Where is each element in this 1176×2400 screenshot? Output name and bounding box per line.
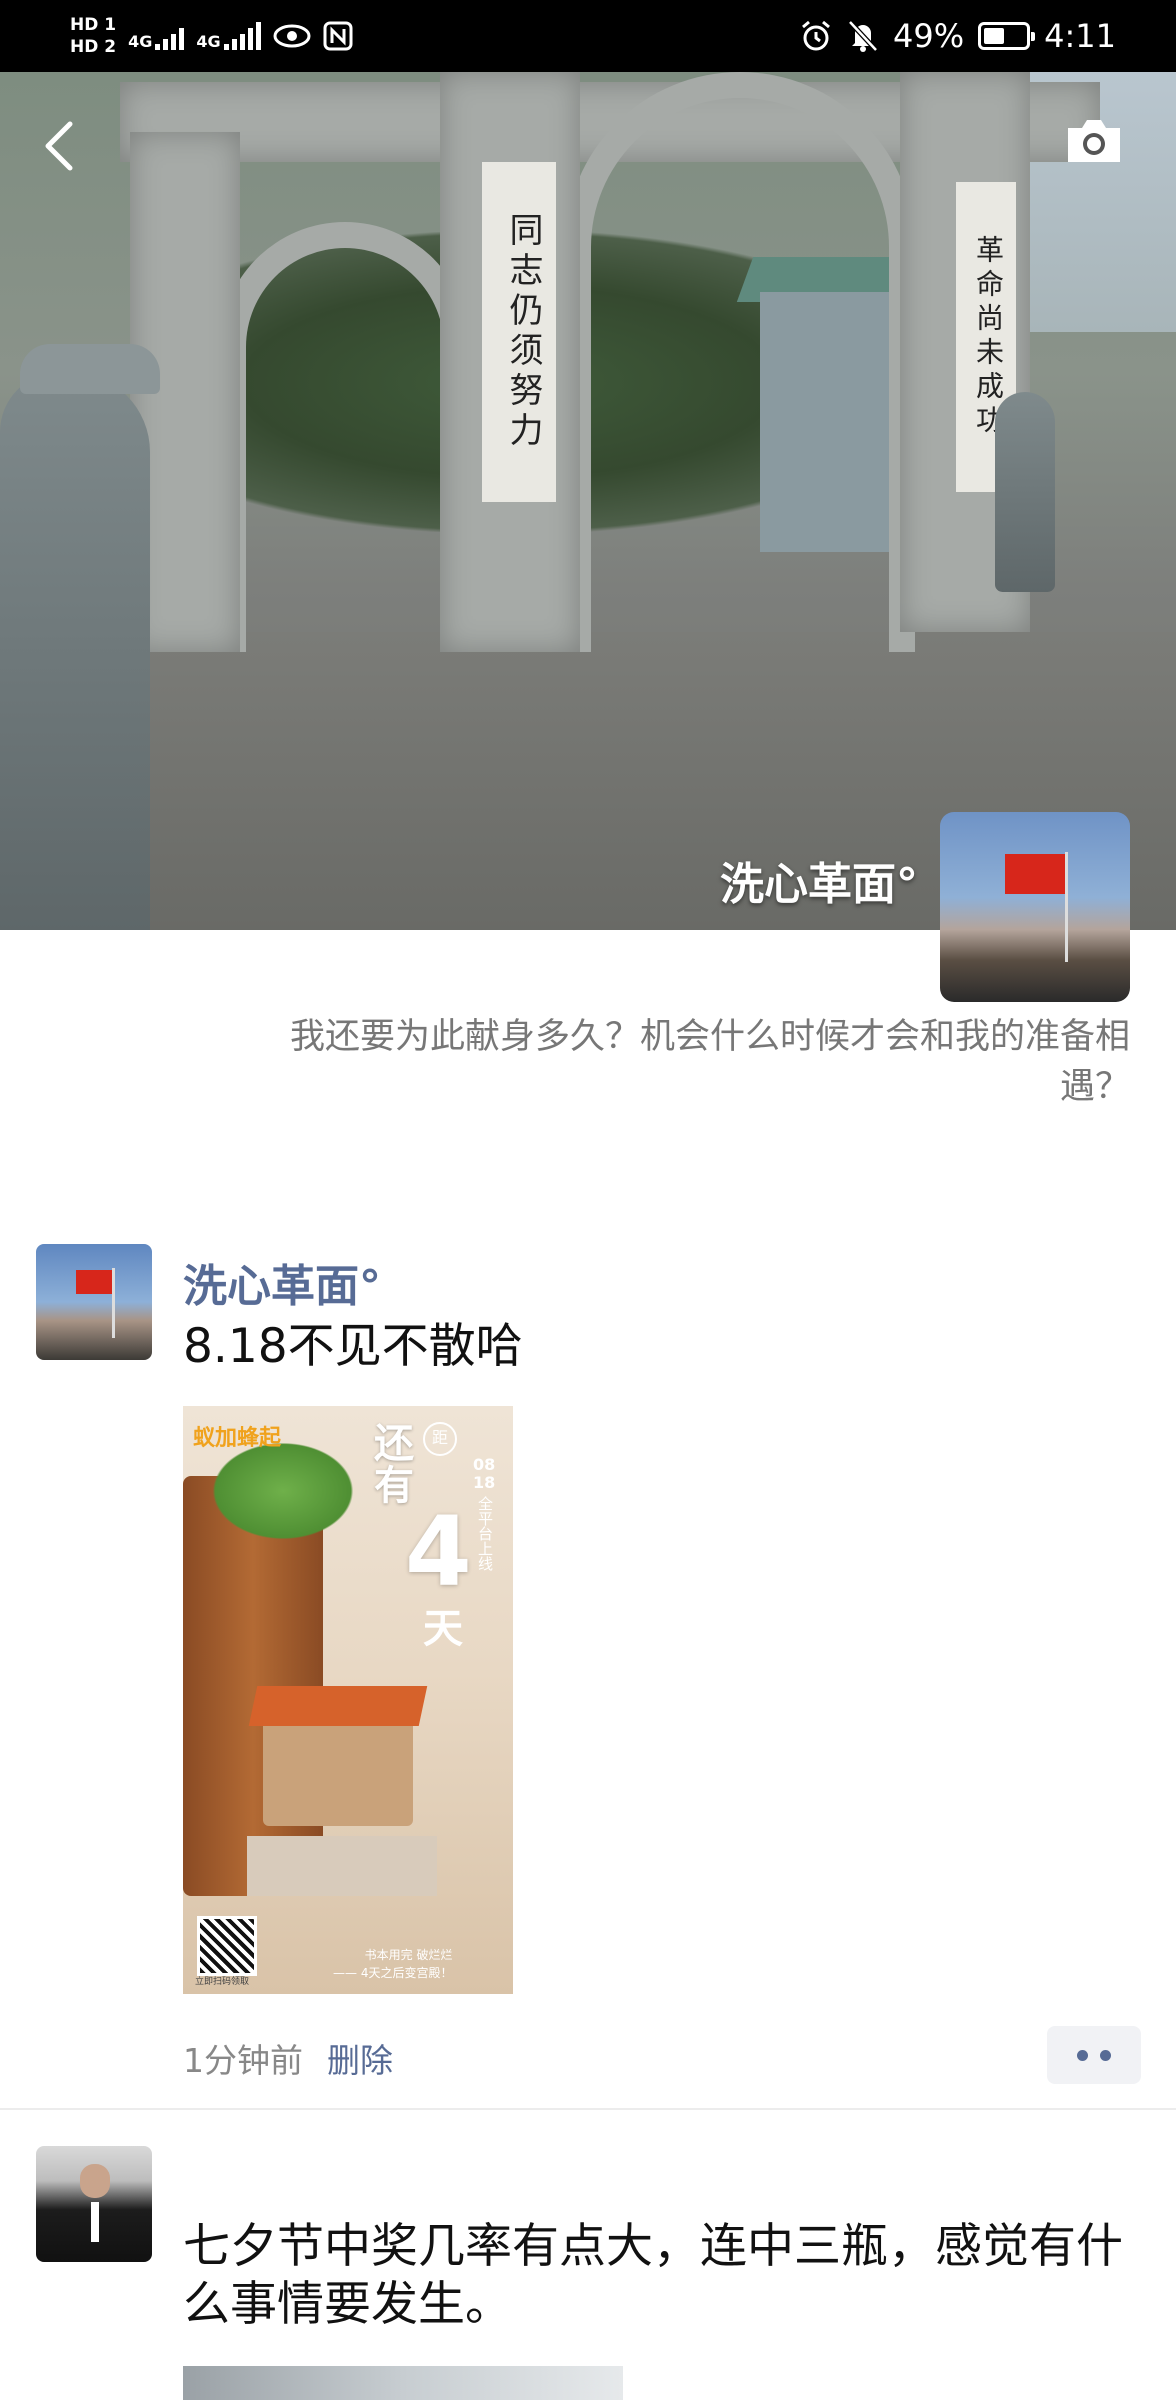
post-image[interactable] [183, 2366, 623, 2400]
net1-label: 4G [128, 32, 153, 51]
poster-date: 08 18 [473, 1455, 496, 1492]
poster-logo: 蚁加蜂起 [193, 1426, 282, 1451]
flag-pole [1065, 852, 1068, 962]
poster-steps [247, 1836, 437, 1896]
battery-fill [984, 28, 1005, 44]
poster-qr-caption: 立即扫码领取 [195, 1977, 250, 1987]
flag-pole [112, 1268, 115, 1338]
flag-icon [76, 1270, 112, 1294]
post-avatar[interactable] [36, 2146, 152, 2262]
avatar-shirt [91, 2202, 99, 2242]
poster-caption: 书本用完 破烂烂 —— 4天之后变宫殿！ [333, 1948, 453, 1980]
net2-label: 4G [196, 32, 221, 51]
camera-icon[interactable] [1062, 112, 1126, 168]
more-dots-icon[interactable] [1047, 2026, 1141, 2084]
profile-signature: 我还要为此献身多久？机会什么时候才会和我的准备相遇？ [289, 1017, 1130, 1107]
status-left: HD 1 HD 2 4G 4G [70, 8, 353, 64]
nfc-icon [323, 21, 353, 51]
post-meta: 1分钟前 删除 [183, 2034, 393, 2082]
battery-percent: 49% [893, 17, 965, 55]
status-right: 49% 4:11 [799, 14, 1116, 58]
hd2-label: HD 2 [70, 37, 117, 57]
flag-icon [1005, 854, 1065, 894]
gate-banner-left: 同志仍须努力 [482, 162, 556, 502]
poster-countdown-unit: 天 [423, 1606, 463, 1652]
back-arrow-icon[interactable] [38, 118, 82, 174]
poster-badge: 距 [423, 1422, 457, 1456]
avatar-face [80, 2164, 110, 2198]
poster-platform: 全平台上线 [476, 1496, 494, 1571]
post-divider [0, 2108, 1176, 2110]
owner-avatar[interactable] [940, 812, 1130, 1002]
post-avatar[interactable] [36, 1244, 152, 1360]
sentry-figure [995, 392, 1055, 592]
signal-bars-icon [155, 22, 185, 50]
signal-bars-icon [223, 22, 261, 50]
poster-qr-code [197, 1916, 257, 1976]
clock: 4:11 [1044, 17, 1116, 55]
cover-photo[interactable]: 同志仍须努力 革命尚未成功 [0, 72, 1176, 930]
poster-leaves [203, 1436, 363, 1546]
post-text: 8.18不见不散哈 [183, 1319, 523, 1374]
mute-bell-icon [848, 20, 878, 52]
status-bar: HD 1 HD 2 4G 4G 49% 4:11 [0, 0, 1176, 72]
owner-nickname[interactable]: 洗心革面° [720, 848, 918, 912]
signal-1: 4G [128, 22, 185, 51]
battery-icon [978, 22, 1036, 50]
poster-countdown-label: 还有 [367, 1422, 413, 1506]
eye-icon [273, 24, 311, 48]
post-time: 1分钟前 [183, 2041, 303, 2080]
delete-link[interactable]: 删除 [327, 2041, 393, 2080]
hd1-label: HD 1 [70, 15, 117, 35]
gate-arch-left [220, 222, 470, 652]
alarm-icon [802, 20, 830, 51]
post-image[interactable]: 蚁加蜂起 距 还有 4 天 08 18 全平台上线 立即扫码领取 书本用完 破烂… [183, 1406, 513, 1994]
signal-2: 4G [196, 22, 261, 51]
hd-indicators: HD 1 HD 2 [70, 16, 116, 56]
poster-temple-roof [248, 1686, 428, 1726]
gate-arch-center [565, 72, 915, 652]
post-nickname[interactable]: 洗心革面° [183, 1250, 381, 1314]
guard-figure [0, 372, 150, 930]
poster-countdown-number: 4 [405, 1496, 472, 1608]
post-text: 七夕节中奖几率有点大，连中三瓶，感觉有什么事情要发生。 [183, 2219, 1123, 2332]
guard-cap [20, 344, 160, 394]
